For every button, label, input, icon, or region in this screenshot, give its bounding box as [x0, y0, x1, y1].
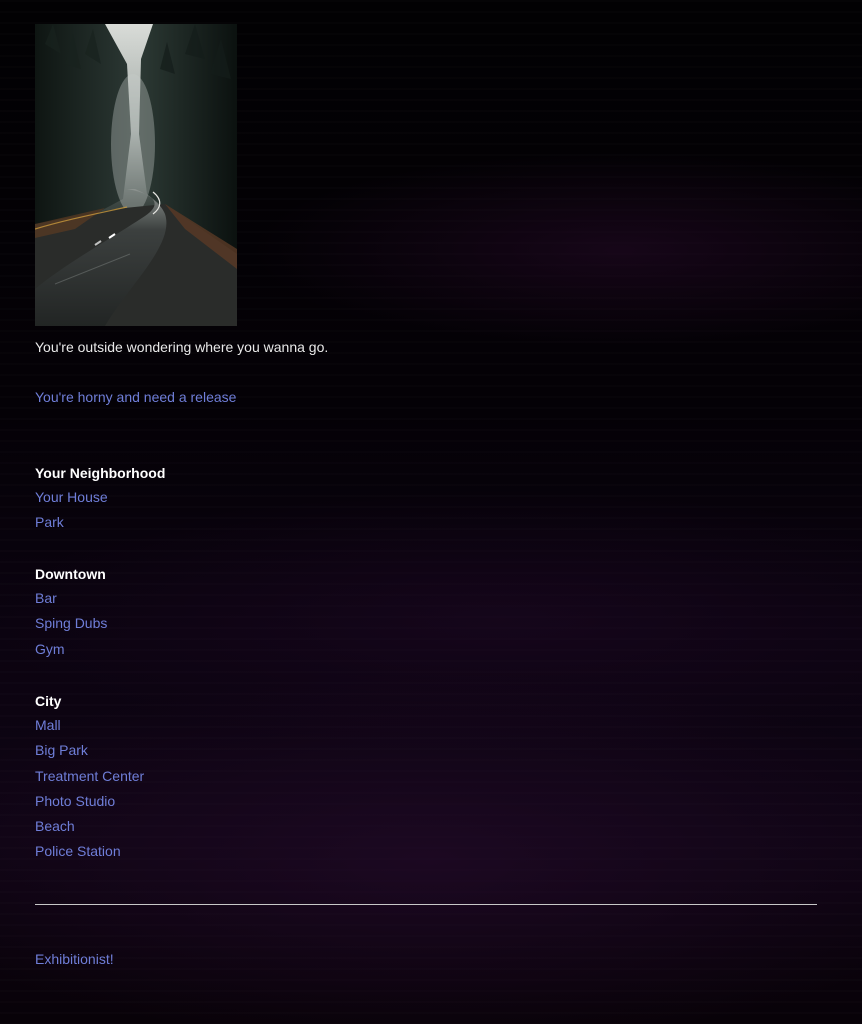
location-link-park[interactable]: Park — [35, 514, 64, 530]
list-item: Treatment Center — [35, 764, 335, 789]
location-link-treatment-center[interactable]: Treatment Center — [35, 768, 144, 784]
list-item: Mall — [35, 713, 335, 738]
location-link-gym[interactable]: Gym — [35, 641, 65, 657]
forest-road-image — [35, 24, 237, 326]
forest-road-photo-icon — [35, 24, 237, 326]
location-link-big-park[interactable]: Big Park — [35, 742, 88, 758]
section-heading-neighborhood: Your Neighborhood — [35, 465, 166, 481]
list-item: Photo Studio — [35, 789, 335, 814]
location-link-sping-dubs[interactable]: Sping Dubs — [35, 615, 107, 631]
list-item: Big Park — [35, 738, 335, 763]
downtown-section: Downtown Bar Sping Dubs Gym — [35, 565, 335, 662]
list-item: Beach — [35, 814, 335, 839]
list-item: Police Station — [35, 839, 335, 864]
location-link-bar[interactable]: Bar — [35, 590, 57, 606]
location-link-your-house[interactable]: Your House — [35, 489, 108, 505]
horny-release-link[interactable]: You're horny and need a release — [35, 389, 236, 405]
divider — [35, 904, 817, 905]
city-section: City Mall Big Park Treatment Center Phot… — [35, 692, 335, 865]
list-item: Gym — [35, 637, 335, 662]
neighborhood-list: Your House Park — [35, 485, 335, 536]
location-link-photo-studio[interactable]: Photo Studio — [35, 793, 115, 809]
location-link-mall[interactable]: Mall — [35, 717, 61, 733]
neighborhood-section: Your Neighborhood Your House Park — [35, 464, 335, 536]
section-heading-downtown: Downtown — [35, 566, 106, 582]
downtown-list: Bar Sping Dubs Gym — [35, 586, 335, 662]
section-heading-city: City — [35, 693, 62, 709]
footer-link-wrapper: Exhibitionist! — [35, 950, 114, 968]
list-item: Your House — [35, 485, 335, 510]
page: You're outside wondering where you wanna… — [0, 0, 862, 1024]
location-link-police-station[interactable]: Police Station — [35, 843, 121, 859]
list-item: Park — [35, 510, 335, 535]
intro-text: You're outside wondering where you wanna… — [35, 339, 329, 355]
list-item: Sping Dubs — [35, 611, 335, 636]
choice-link-wrapper: You're horny and need a release — [35, 388, 236, 406]
exhibitionist-link[interactable]: Exhibitionist! — [35, 951, 114, 967]
city-list: Mall Big Park Treatment Center Photo Stu… — [35, 713, 335, 865]
list-item: Bar — [35, 586, 335, 611]
location-link-beach[interactable]: Beach — [35, 818, 75, 834]
